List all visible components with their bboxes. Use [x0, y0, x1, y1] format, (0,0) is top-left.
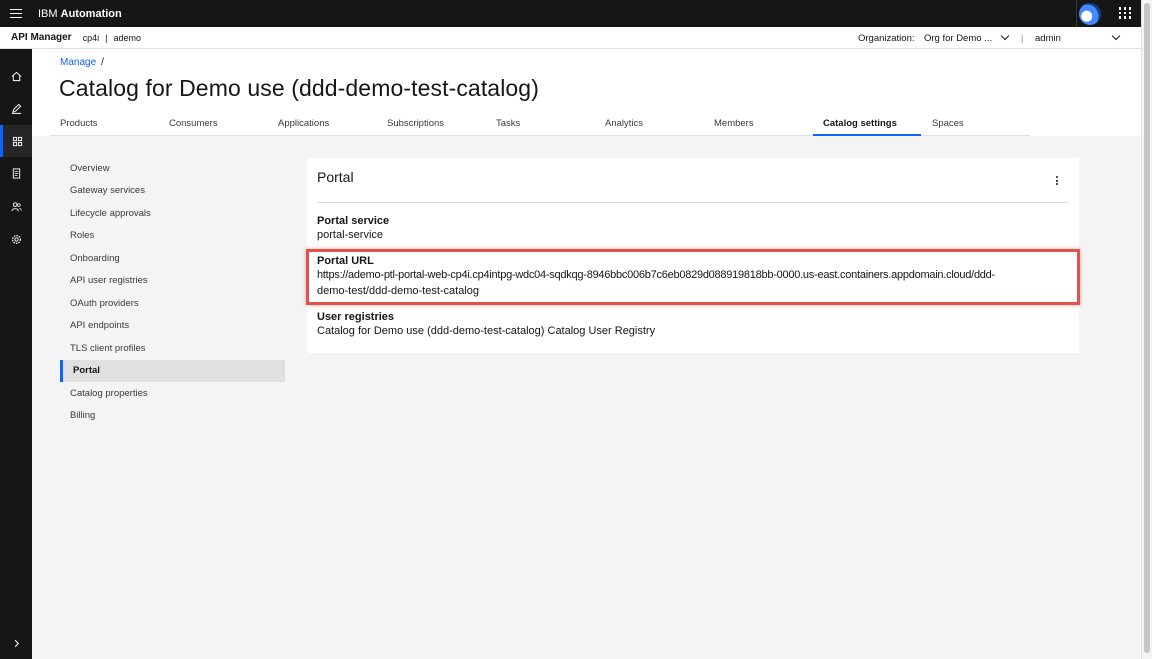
tab-products[interactable]: Products: [50, 113, 108, 136]
context-separator: |: [105, 32, 108, 43]
tab-tasks[interactable]: Tasks: [486, 113, 530, 136]
brand-title: IBM Automation: [38, 7, 122, 20]
page-header: Manage / Catalog for Demo use (ddd-demo-t…: [32, 49, 1140, 136]
context-path: cp4i | ademo: [83, 33, 141, 43]
scrollbar-thumb[interactable]: [1144, 3, 1150, 653]
nav-gateway-services[interactable]: Gateway services: [60, 180, 285, 203]
portal-url-label: Portal URL: [317, 255, 374, 267]
app-switcher-icon[interactable]: [1117, 5, 1133, 21]
home-icon[interactable]: [0, 60, 32, 92]
chevron-down-icon[interactable]: [1000, 31, 1010, 41]
breadcrumb-separator: /: [101, 57, 104, 68]
left-nav-rail: [0, 49, 32, 659]
nav-billing[interactable]: Billing: [60, 405, 285, 428]
nav-api-user-registries[interactable]: API user registries: [60, 270, 285, 293]
tab-subscriptions[interactable]: Subscriptions: [377, 113, 454, 136]
card-divider: [317, 202, 1068, 203]
nav-roles[interactable]: Roles: [60, 225, 285, 248]
portal-service-field: Portal service portal-service: [317, 215, 389, 243]
catalog-tabs: Products Consumers Applications Subscrip…: [50, 113, 1030, 136]
tab-spaces[interactable]: Spaces: [922, 113, 974, 136]
organization-select[interactable]: Org for Demo ...: [924, 33, 992, 44]
nav-oauth-providers[interactable]: OAuth providers: [60, 292, 285, 315]
portal-service-label: Portal service: [317, 215, 390, 227]
app-header: API Manager cp4i | ademo Organization: Org…: [0, 27, 1141, 49]
expand-icon[interactable]: [0, 627, 32, 659]
nav-api-endpoints[interactable]: API endpoints: [60, 315, 285, 338]
nav-portal[interactable]: Portal: [60, 359, 285, 382]
user-menu[interactable]: admin: [1035, 33, 1061, 44]
tab-consumers[interactable]: Consumers: [159, 113, 228, 136]
main-content: Overview Gateway services Lifecycle appr…: [32, 136, 1140, 659]
portal-url-field: Portal URL https://ademo-ptl-portal-web-…: [317, 255, 1067, 299]
provider-org: cp4i: [82, 32, 100, 43]
edit-icon[interactable]: [0, 92, 32, 124]
nav-lifecycle-approvals[interactable]: Lifecycle approvals: [60, 202, 285, 225]
portal-card-title: Portal: [317, 169, 354, 185]
tab-applications[interactable]: Applications: [268, 113, 339, 136]
header-divider: |: [1021, 33, 1024, 43]
user-registries-label: User registries: [317, 311, 395, 323]
tab-catalog-settings[interactable]: Catalog settings: [813, 113, 921, 136]
organization-label: Organization:: [858, 33, 915, 44]
nav-catalog-properties[interactable]: Catalog properties: [60, 382, 285, 405]
page-scrollbar[interactable]: [1141, 0, 1152, 659]
avatar: [1079, 2, 1101, 25]
breadcrumb-manage-link[interactable]: Manage: [60, 57, 96, 68]
nav-onboarding[interactable]: Onboarding: [60, 247, 285, 270]
user-registries-value: Catalog for Demo use (ddd-demo-test-cata…: [317, 325, 656, 337]
document-icon[interactable]: [0, 157, 32, 189]
app-name: API Manager: [11, 32, 72, 43]
catalog-grid-icon[interactable]: [0, 125, 32, 157]
portal-url-value-line1: https://ademo-ptl-portal-web-cp4i.cp4int…: [317, 269, 995, 281]
settings-side-nav: Overview Gateway services Lifecycle appr…: [60, 157, 285, 427]
tab-analytics[interactable]: Analytics: [595, 113, 653, 136]
user-registries-field: User registries Catalog for Demo use (dd…: [317, 311, 655, 339]
portal-url-value-line2: demo-test/ddd-demo-test-catalog: [317, 285, 480, 297]
catalog-org: ademo: [113, 32, 141, 43]
users-icon[interactable]: [0, 190, 32, 222]
nav-tls-client-profiles[interactable]: TLS client profiles: [60, 337, 285, 360]
nav-overview[interactable]: Overview: [60, 157, 285, 180]
global-header: IBM Automation: [0, 0, 1141, 27]
tab-members[interactable]: Members: [704, 113, 764, 136]
portal-service-value: portal-service: [317, 229, 384, 241]
chevron-down-icon[interactable]: [1111, 31, 1121, 41]
overflow-menu-icon[interactable]: [1055, 176, 1059, 185]
menu-icon[interactable]: [0, 0, 32, 27]
page-title: Catalog for Demo use (ddd-demo-test-cata…: [59, 75, 539, 101]
portal-url-highlight: Portal URL https://ademo-ptl-portal-web-…: [306, 249, 1080, 305]
user-avatar-button[interactable]: [1076, 0, 1103, 27]
settings-icon[interactable]: [0, 223, 32, 255]
breadcrumb: Manage /: [60, 57, 104, 68]
